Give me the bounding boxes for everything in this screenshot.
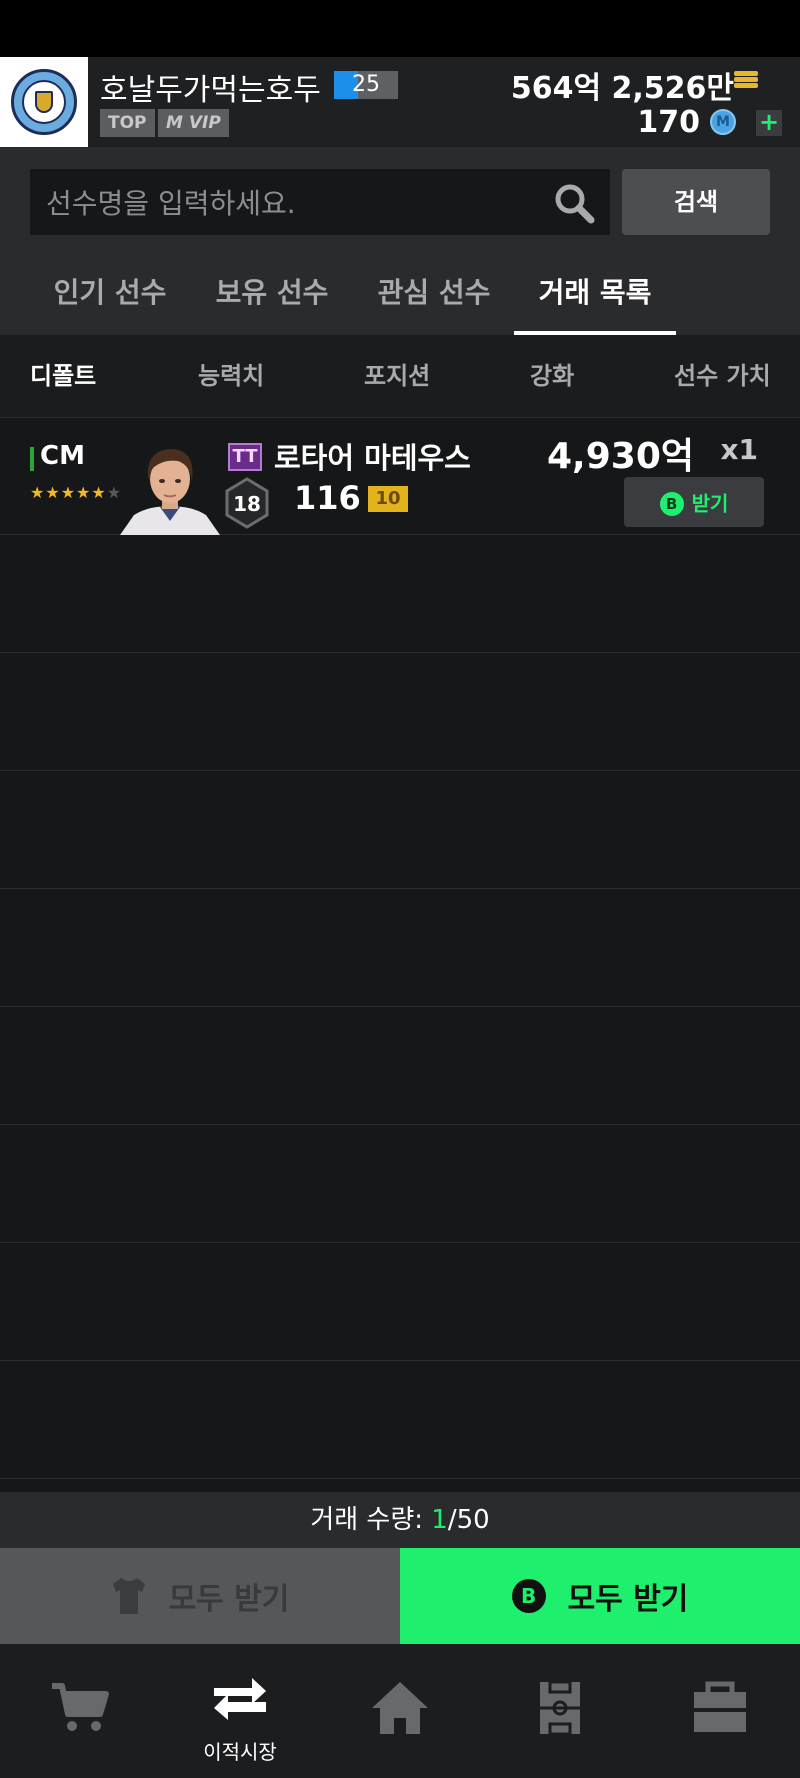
- player-position: CM: [40, 441, 85, 471]
- club-logo[interactable]: [0, 57, 88, 147]
- cart-icon: [52, 1683, 109, 1731]
- svg-text:18: 18: [233, 492, 261, 516]
- jersey-icon: [112, 1578, 145, 1614]
- star-filled-icon: ★: [60, 483, 77, 502]
- bp-amount: 564억 2,526만: [510, 71, 734, 106]
- tab-popular-players[interactable]: 인기 선수: [50, 271, 170, 335]
- nav-squad[interactable]: [480, 1644, 640, 1778]
- star-filled-icon: ★: [91, 483, 107, 502]
- pitch-icon: [540, 1680, 580, 1736]
- transfer-icon: [214, 1678, 266, 1720]
- empty-row: [0, 1125, 800, 1243]
- empty-row: [0, 1243, 800, 1361]
- player-price: 4,930억: [547, 436, 694, 477]
- bp-b-icon: B: [659, 491, 684, 516]
- empty-row: [0, 1007, 800, 1125]
- home-icon: [372, 1682, 428, 1734]
- receive-label: 받기: [691, 491, 729, 516]
- nickname: 호날두가먹는호두: [100, 73, 321, 108]
- tab-watchlist-players[interactable]: 관심 선수: [374, 271, 494, 335]
- sort-bar: 디폴트 능력치 포지션 강화 선수 가치: [0, 335, 800, 418]
- level-badge: 25: [334, 71, 398, 99]
- sort-player-value[interactable]: 선수 가치: [674, 335, 771, 417]
- level-number: 25: [352, 72, 380, 97]
- empty-row: [0, 771, 800, 889]
- season-badge: TT: [228, 443, 262, 471]
- nav-transfer-label: 이적시장: [203, 1740, 277, 1764]
- search-button[interactable]: 검색: [622, 169, 770, 235]
- receive-all-bp-button[interactable]: B 모두 받기: [400, 1548, 800, 1644]
- player-ovr: 116: [294, 479, 361, 517]
- search-icon[interactable]: [552, 181, 596, 225]
- sort-ability[interactable]: 능력치: [198, 335, 264, 417]
- nav-shop[interactable]: [0, 1644, 160, 1778]
- add-currency-button[interactable]: +: [756, 110, 782, 136]
- receive-all-players-button[interactable]: 모두 받기: [0, 1548, 400, 1644]
- trade-row[interactable]: CM ★★★★★★ TT 로타어 마테우스 18 116 10 4,930억 x…: [0, 417, 800, 535]
- bag-icon: [694, 1681, 746, 1732]
- sort-upgrade[interactable]: 강화: [530, 335, 574, 417]
- player-name: 로타어 마테우스: [274, 441, 471, 475]
- bottom-navigation: 이적시장: [0, 1644, 800, 1778]
- search-area: 검색 인기 선수 보유 선수 관심 선수 거래 목록: [0, 147, 800, 335]
- trade-count: 거래 수량: 1/50: [0, 1492, 800, 1548]
- star-filled-icon: ★: [30, 483, 46, 502]
- trade-list: CM ★★★★★★ TT 로타어 마테우스 18 116 10 4,930억 x…: [0, 417, 800, 1479]
- status-bar: [0, 0, 800, 57]
- ovr-hexagon-icon: 18: [225, 477, 269, 529]
- vip-badge[interactable]: M VIP: [158, 109, 229, 137]
- bp-coin-icon: [734, 71, 758, 93]
- sort-default[interactable]: 디폴트: [30, 335, 96, 417]
- nav-inventory[interactable]: [640, 1644, 800, 1778]
- search-input[interactable]: [44, 169, 518, 237]
- empty-row: [0, 889, 800, 1007]
- receive-all-left-label: 모두 받기: [168, 1582, 290, 1617]
- receive-button[interactable]: B 받기: [624, 477, 764, 527]
- fc-coin-icon: M: [710, 109, 736, 135]
- empty-row: [0, 653, 800, 771]
- fc-amount: 170: [637, 105, 700, 140]
- sort-position[interactable]: 포지션: [364, 335, 430, 417]
- search-box: [30, 169, 610, 237]
- receive-all-right-label: 모두 받기: [567, 1582, 689, 1617]
- nav-home[interactable]: [320, 1644, 480, 1778]
- position-color-bar: [30, 447, 34, 471]
- upgrade-level-badge: 10: [368, 486, 408, 512]
- empty-row: [0, 535, 800, 653]
- trade-count-current: 1: [431, 1505, 448, 1535]
- star-filled-icon: ★: [76, 483, 92, 502]
- tab-owned-players[interactable]: 보유 선수: [212, 271, 332, 335]
- trade-count-label: 거래 수량:: [310, 1505, 432, 1535]
- bp-b-icon: B: [511, 1579, 546, 1613]
- empty-row: [0, 1361, 800, 1479]
- club-crest-icon: [35, 91, 53, 113]
- skill-stars: ★★★★★★: [30, 483, 122, 502]
- player-portrait: [120, 449, 220, 535]
- profile-header: 호날두가먹는호두 25 TOP M VIP 564억 2,526만 170 M …: [0, 57, 800, 147]
- tab-trade-list[interactable]: 거래 목록: [514, 271, 676, 335]
- top-badge[interactable]: TOP: [100, 109, 155, 137]
- trade-count-max: /50: [447, 1505, 490, 1535]
- player-quantity: x1: [720, 433, 758, 466]
- star-filled-icon: ★: [45, 483, 61, 502]
- nav-transfer-market[interactable]: 이적시장: [160, 1644, 320, 1778]
